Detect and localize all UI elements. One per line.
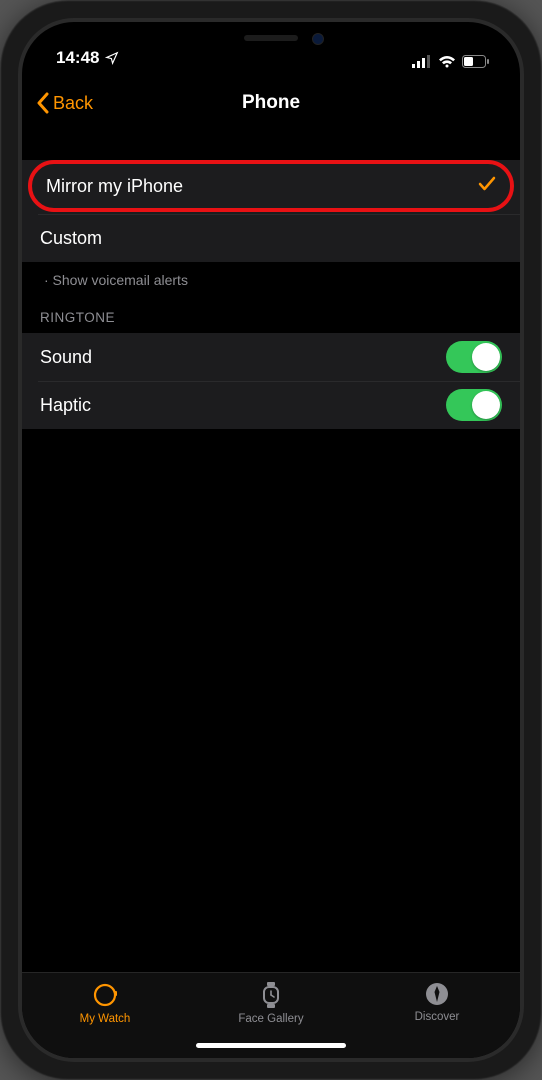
haptic-toggle[interactable] [446, 389, 502, 421]
custom-label: Custom [40, 228, 102, 249]
back-label: Back [53, 93, 93, 114]
sound-toggle[interactable] [446, 341, 502, 373]
home-indicator[interactable] [196, 1043, 346, 1048]
tab-face-gallery[interactable]: Face Gallery [189, 981, 353, 1025]
alerts-footer: · Show voicemail alerts [22, 262, 520, 288]
tab-face-gallery-label: Face Gallery [238, 1013, 303, 1025]
phone-frame: 14:48 [0, 0, 542, 1080]
tab-discover[interactable]: Discover [355, 981, 519, 1023]
tab-my-watch[interactable]: My Watch [23, 981, 187, 1025]
chevron-left-icon [36, 92, 49, 114]
ringtone-header: RINGTONE [22, 288, 520, 333]
sound-label: Sound [40, 347, 92, 368]
status-time: 14:48 [56, 48, 99, 68]
back-button[interactable]: Back [36, 92, 93, 114]
row-sound: Sound [22, 333, 520, 381]
watch-icon [91, 981, 119, 1009]
row-haptic: Haptic [22, 381, 520, 429]
tab-discover-label: Discover [415, 1011, 460, 1023]
notch [166, 22, 376, 54]
page-title: Phone [242, 92, 300, 114]
checkmark-icon [478, 176, 496, 197]
watch-face-icon [258, 981, 284, 1009]
compass-icon [424, 981, 450, 1007]
mirror-label: Mirror my iPhone [46, 176, 183, 197]
content: Mirror my iPhone Custom · Show voicemail… [22, 128, 520, 972]
nav-bar: Back Phone [22, 78, 520, 128]
wifi-icon [438, 55, 456, 68]
ringtone-group: Sound Haptic [22, 333, 520, 429]
cellular-icon [412, 55, 432, 68]
battery-icon [462, 55, 490, 68]
haptic-label: Haptic [40, 395, 91, 416]
row-custom[interactable]: Custom [22, 214, 520, 262]
location-icon [105, 51, 119, 65]
alerts-group: Mirror my iPhone Custom [22, 160, 520, 262]
row-mirror-iphone[interactable]: Mirror my iPhone [28, 160, 514, 212]
tab-my-watch-label: My Watch [80, 1013, 131, 1025]
